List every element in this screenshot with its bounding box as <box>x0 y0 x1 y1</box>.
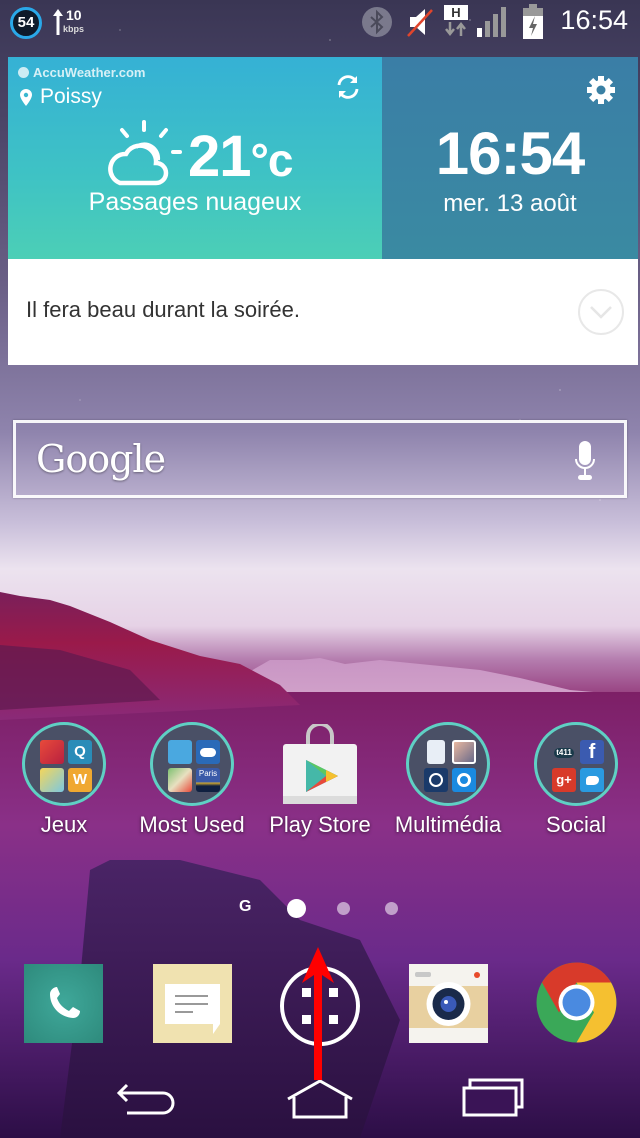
location-label: Poissy <box>40 85 102 108</box>
gallery-icon <box>452 740 476 764</box>
folder-social[interactable]: t411 f g+ Social <box>512 720 640 850</box>
dock <box>0 960 640 1046</box>
folder-jeux[interactable]: Q W Jeux <box>0 720 128 850</box>
chevron-down-icon <box>590 306 612 319</box>
accuweather-sun-icon <box>18 67 29 78</box>
expand-button[interactable] <box>578 289 624 335</box>
bird-icon <box>585 776 599 785</box>
app-label: Social <box>546 812 606 837</box>
app-label: Play Store <box>269 812 371 837</box>
wordfeud-icon: W <box>68 768 92 792</box>
candy-crush-icon <box>40 740 64 764</box>
forecast-panel[interactable]: Il fera beau durant la soirée. <box>8 259 638 365</box>
weather-panel[interactable]: AccuWeather.com Poissy 21°c Passages nua… <box>8 57 382 259</box>
cloud-icon <box>200 748 216 757</box>
lg-g-page-indicator[interactable]: G <box>239 898 251 916</box>
phone-icon <box>50 987 80 1018</box>
status-bar: 54 10 kbps H 16:54 <box>0 0 640 46</box>
forecast-text: Il fera beau durant la soirée. <box>26 297 300 322</box>
folder-icon <box>406 722 490 806</box>
settings-gear-icon[interactable] <box>586 75 616 105</box>
messages-app[interactable] <box>153 964 232 1043</box>
recent-apps-button[interactable] <box>462 1077 526 1117</box>
battery-charging-icon <box>523 4 543 39</box>
chrome-icon <box>536 962 617 1043</box>
phone-app[interactable] <box>24 964 103 1043</box>
chrome-app[interactable] <box>536 962 617 1043</box>
es-file-explorer-icon <box>168 740 192 764</box>
network-type-label: H <box>444 5 468 20</box>
apps-grid-icon <box>302 988 338 1024</box>
widget-clock: 16:54 <box>435 120 585 187</box>
h-network-data-icon: H <box>444 5 468 39</box>
provider-label: AccuWeather.com <box>33 65 146 80</box>
shazam-logo-icon <box>457 773 471 787</box>
page-indicator: G <box>0 896 640 922</box>
weather-app-icon <box>196 740 220 764</box>
location-pin-icon <box>20 88 32 106</box>
temperature-value: 21 <box>188 124 252 189</box>
folder-icon: t411 f g+ <box>534 722 618 806</box>
microphone-icon[interactable] <box>574 441 596 481</box>
back-button[interactable] <box>115 1077 181 1117</box>
weather-provider[interactable]: AccuWeather.com <box>18 65 145 80</box>
bubble-game-icon <box>40 768 64 792</box>
t411-icon: t411 <box>552 740 576 764</box>
net-speed-value: 10 <box>66 7 82 23</box>
folder-multimedia[interactable]: Multimédia <box>384 720 512 850</box>
message-icon <box>165 984 220 1034</box>
quiz-app-icon: Q <box>68 740 92 764</box>
clock-panel[interactable]: 16:54 mer. 13 août <box>382 57 638 259</box>
google-plus-icon: g+ <box>552 768 576 792</box>
mute-icon <box>407 9 433 37</box>
google-logo: Google <box>36 437 166 481</box>
paris-app-icon: Paris <box>196 768 220 792</box>
maps-icon <box>168 768 192 792</box>
status-time: 16:54 <box>560 5 628 35</box>
file-icon <box>427 740 445 764</box>
net-speed-unit: kbps <box>63 24 85 34</box>
page-dot[interactable] <box>385 902 398 915</box>
home-button[interactable] <box>286 1077 354 1121</box>
temperature: 21°c <box>188 123 293 190</box>
bluetooth-icon <box>362 7 392 37</box>
twitter-icon <box>580 768 604 792</box>
navigation-bar <box>0 1065 640 1138</box>
headphones-icon <box>429 773 443 787</box>
temperature-unit: °c <box>250 134 294 186</box>
weather-condition: Passages nuageux <box>88 188 302 216</box>
camera-icon <box>409 972 488 1028</box>
folder-icon: Paris <box>150 722 234 806</box>
camera-app[interactable] <box>409 964 488 1043</box>
folder-most-used[interactable]: Paris Most Used <box>128 720 256 850</box>
page-dot[interactable] <box>337 902 350 915</box>
folder-icon: Q W <box>22 722 106 806</box>
app-row: Q W Jeux Paris Most Used Play Store Mult… <box>0 720 640 850</box>
refresh-icon[interactable] <box>334 73 362 101</box>
notification-badge: 54 <box>10 7 42 39</box>
weather-location[interactable]: Poissy <box>20 85 102 109</box>
app-play-store[interactable]: Play Store <box>256 720 384 850</box>
partly-cloudy-icon <box>108 120 182 186</box>
google-search-bar[interactable]: Google <box>13 420 627 498</box>
weather-widget[interactable]: AccuWeather.com Poissy 21°c Passages nua… <box>8 57 638 365</box>
app-label: Most Used <box>139 812 245 837</box>
t411-label: t411 <box>554 748 574 758</box>
napster-icon <box>424 768 448 792</box>
shazam-icon <box>452 768 476 792</box>
signal-icon <box>477 7 506 37</box>
play-store-icon <box>283 724 357 804</box>
page-dot-active[interactable] <box>287 899 306 918</box>
facebook-icon: f <box>580 740 604 764</box>
app-label: Multimédia <box>394 812 502 837</box>
apps-drawer-button[interactable] <box>280 966 360 1046</box>
widget-date: mer. 13 août <box>443 190 577 217</box>
data-arrows-icon <box>445 21 466 37</box>
